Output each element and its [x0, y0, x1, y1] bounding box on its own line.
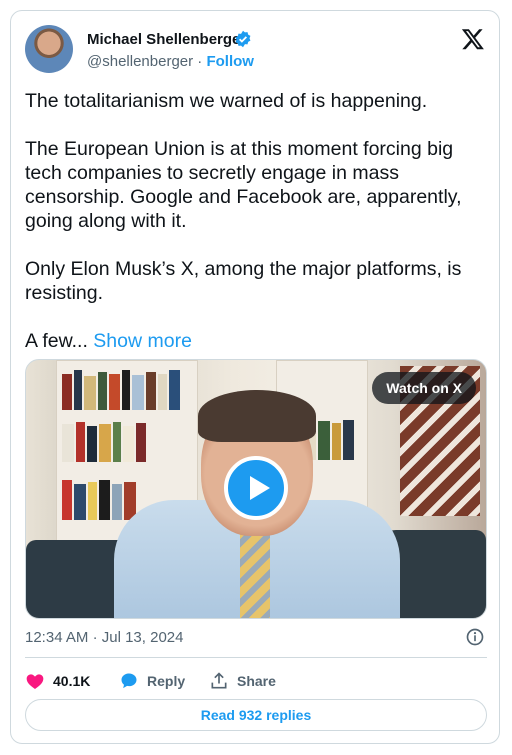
info-icon[interactable]	[465, 627, 485, 647]
reply-bubble-icon	[121, 673, 137, 689]
divider	[25, 657, 487, 658]
x-logo-icon[interactable]	[461, 27, 485, 51]
share-button[interactable]: Share	[209, 669, 276, 693]
tweet-paragraph: The European Union is at this moment for…	[25, 138, 462, 232]
books-left-top	[62, 370, 192, 410]
tweet-paragraph: The totalitarianism we warned of is happ…	[25, 90, 428, 112]
avatar[interactable]	[25, 25, 73, 73]
person-tie	[240, 528, 270, 618]
play-button[interactable]	[224, 456, 288, 520]
like-button[interactable]: 40.1K	[25, 669, 90, 693]
verified-badge-icon	[235, 30, 251, 48]
show-more-link[interactable]: Show more	[93, 330, 192, 352]
like-count: 40.1K	[53, 673, 91, 689]
video-thumbnail[interactable]: Watch on X	[25, 359, 487, 619]
tweet-timestamp[interactable]: 12:34 AM · Jul 13, 2024	[25, 629, 183, 646]
person-hair	[198, 390, 316, 442]
author-handle-line: @shellenberger · Follow	[87, 53, 254, 71]
tweet-date: Jul 13, 2024	[101, 629, 184, 646]
tweet-paragraph: Only Elon Musk’s X, among the major plat…	[25, 258, 462, 304]
meta-separator: ·	[92, 629, 98, 646]
share-label: Share	[237, 673, 276, 689]
tweet-header: Michael Shellenberger @shellenberger · F…	[25, 25, 487, 75]
follow-button[interactable]: Follow	[206, 53, 254, 70]
author-name[interactable]: Michael Shellenberger	[87, 31, 246, 49]
handle-separator: ·	[197, 53, 203, 70]
play-icon	[250, 476, 270, 500]
watch-on-x-button[interactable]: Watch on X	[372, 372, 476, 404]
reply-label: Reply	[147, 673, 186, 689]
tweet-time: 12:34 AM	[25, 629, 89, 646]
reply-button[interactable]: Reply	[119, 669, 185, 693]
share-icon	[211, 672, 227, 689]
tweet-card: Michael Shellenberger @shellenberger · F…	[10, 10, 500, 744]
heart-icon	[26, 674, 44, 689]
read-replies-button[interactable]: Read 932 replies	[25, 699, 487, 731]
truncated-text: A few...	[25, 330, 88, 352]
tweet-text: The totalitarianism we warned of is happ…	[25, 89, 487, 377]
books-left-mid	[62, 422, 192, 462]
author-handle[interactable]: @shellenberger	[87, 53, 193, 70]
tweet-truncated-paragraph: A few... Show more	[25, 329, 487, 353]
